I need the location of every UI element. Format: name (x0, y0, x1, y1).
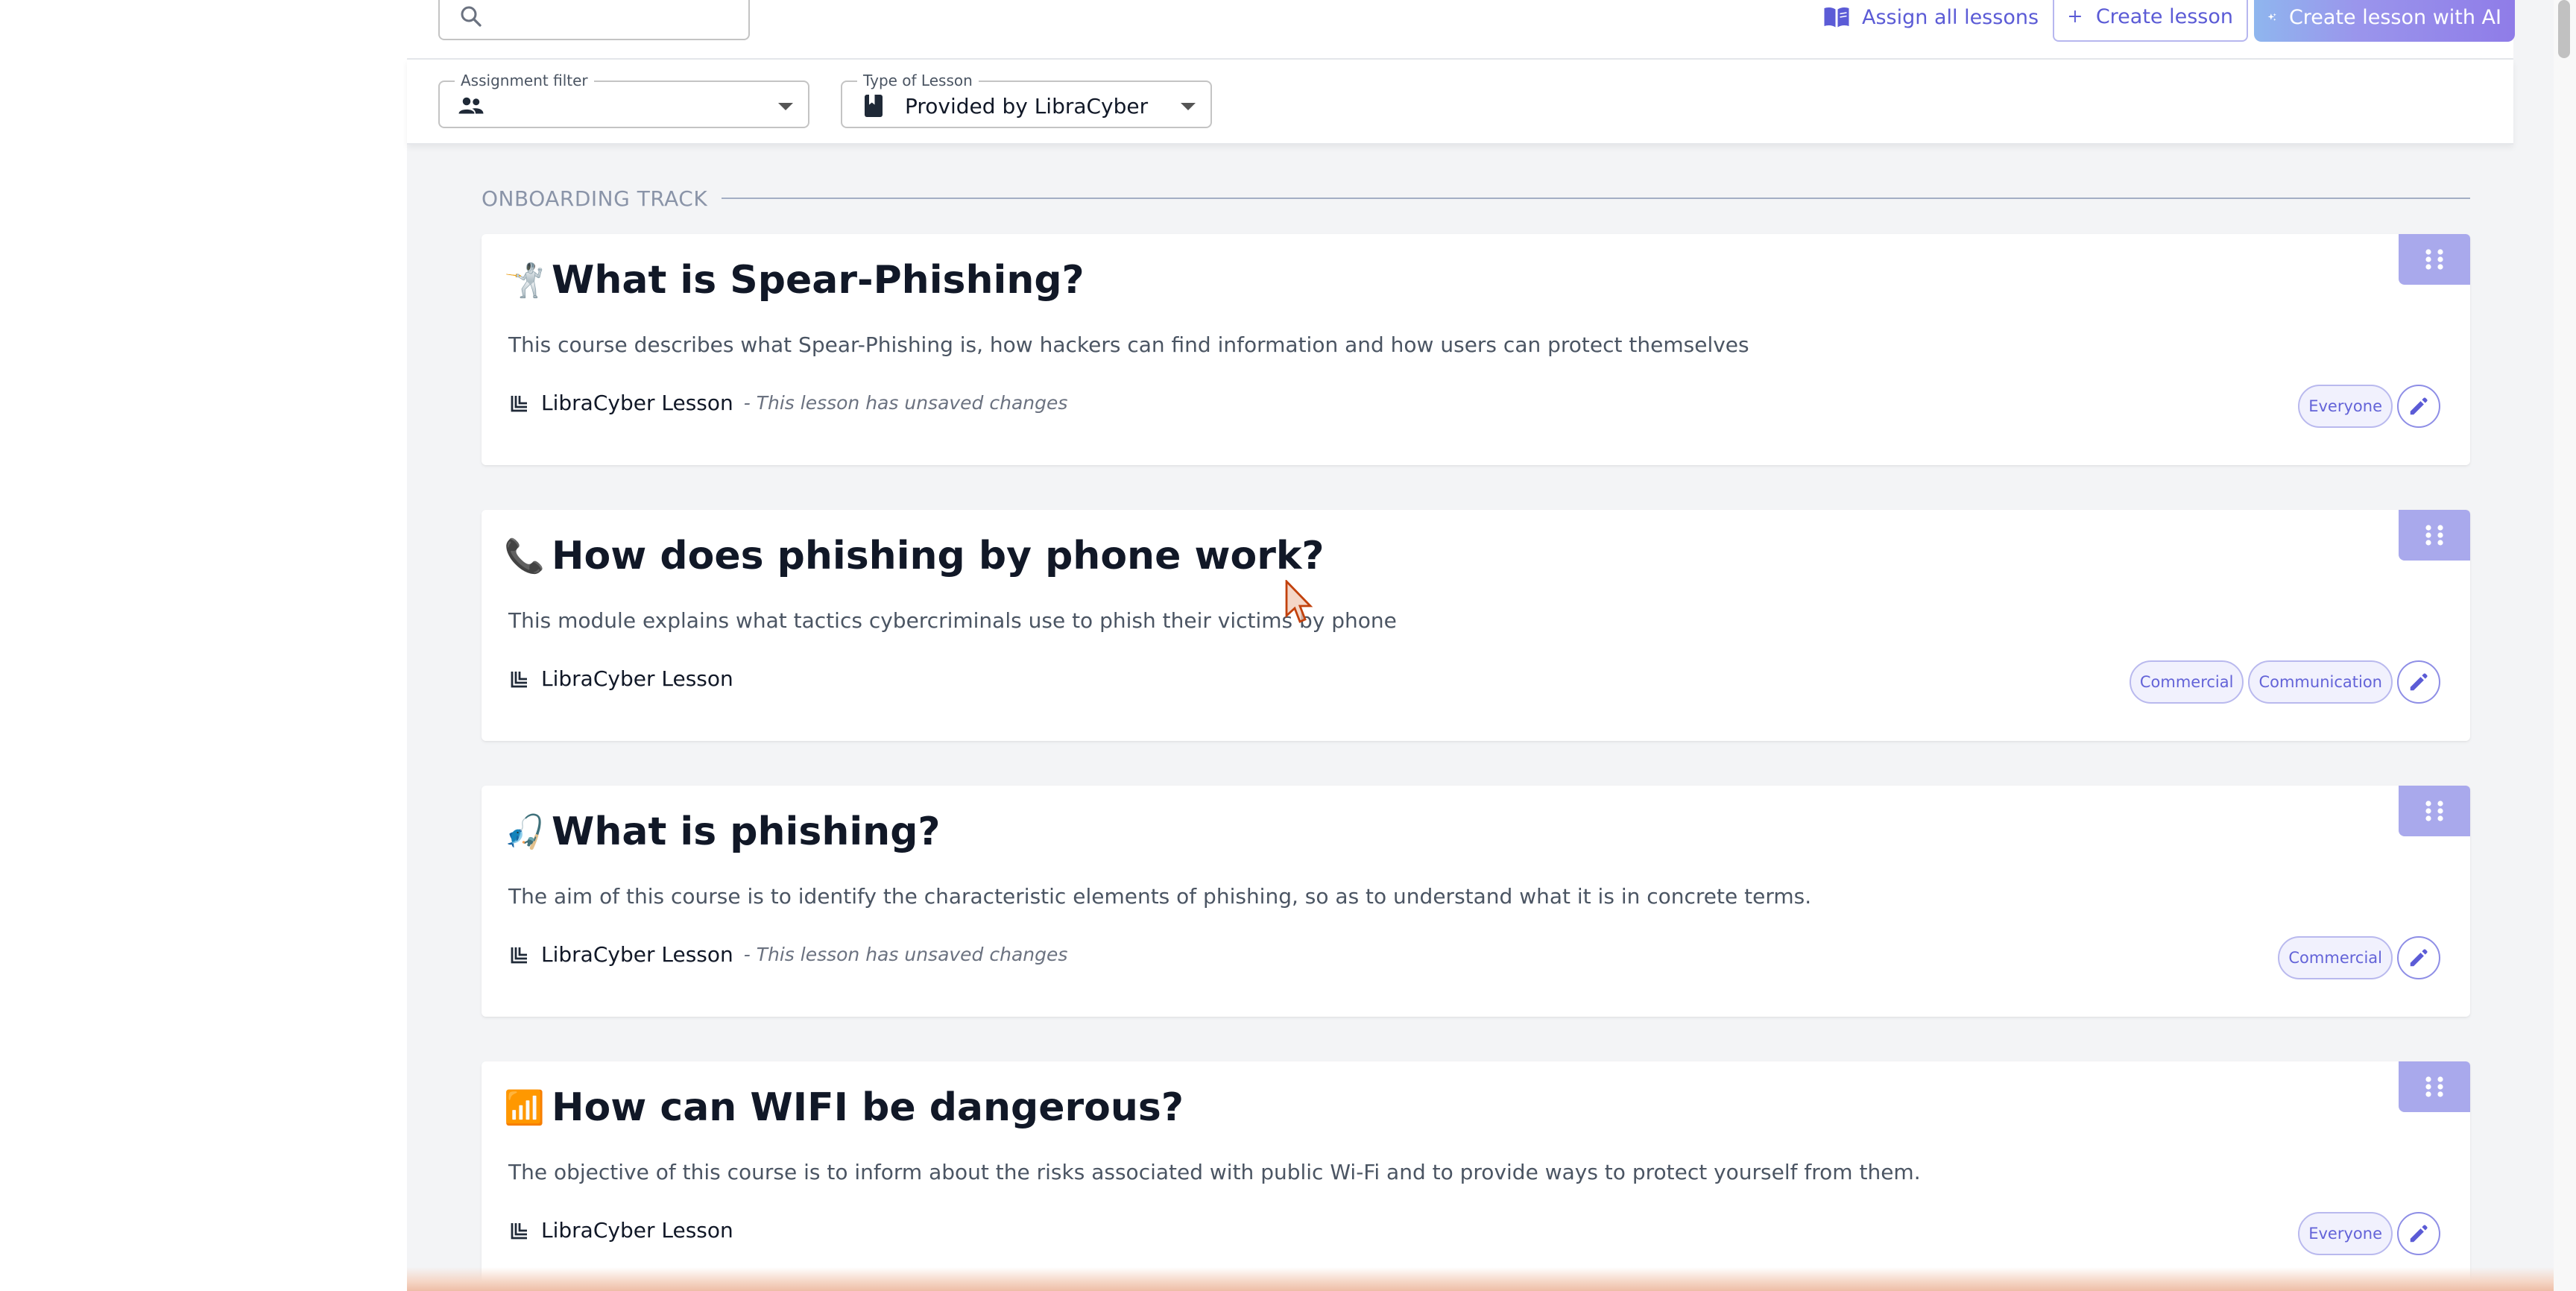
lesson-source: LibraCyber Lesson (541, 666, 733, 691)
drag-handle[interactable] (2399, 786, 2470, 836)
lesson-tags: Commercial Communication (2129, 660, 2393, 704)
lesson-description: This module explains what tactics cyberc… (508, 608, 1397, 633)
lesson-unsaved-note: - This lesson has unsaved changes (743, 944, 1068, 965)
edit-lesson-button[interactable] (2397, 385, 2440, 428)
lesson-title-row: 🎣 What is phishing? (504, 809, 941, 854)
lesson-source: LibraCyber Lesson (541, 942, 733, 967)
lesson-card[interactable]: 📶 How can WIFI be dangerous? The objecti… (482, 1061, 2470, 1291)
pencil-icon (2410, 949, 2428, 967)
lesson-unsaved-note: - This lesson has unsaved changes (743, 392, 1068, 414)
plus-icon (2068, 10, 2081, 22)
lesson-tag: Commercial (2278, 936, 2393, 979)
search-input[interactable] (496, 0, 738, 31)
lesson-source: LibraCyber Lesson (541, 391, 733, 415)
lesson-title: How can WIFI be dangerous? (552, 1085, 1184, 1130)
pencil-icon (2410, 673, 2428, 691)
filter-row: Assignment filter Type of Lesson Provide… (407, 60, 2513, 145)
assign-all-lessons-label: Assign all lessons (1862, 5, 2039, 29)
pencil-icon (2410, 397, 2428, 415)
group-icon (458, 97, 484, 114)
lesson-title: What is phishing? (552, 809, 941, 854)
lesson-emoji: 🤺 (504, 262, 545, 300)
chevron-down-icon (778, 103, 793, 110)
drag-handle-icon (2425, 1076, 2443, 1097)
lesson-meta: LibraCyber Lesson - This lesson has unsa… (508, 942, 1067, 967)
libracyber-logo-icon (511, 671, 527, 687)
lesson-actions: Everyone (2298, 385, 2440, 428)
create-lesson-label: Create lesson (2095, 4, 2233, 28)
drag-handle-icon (2425, 525, 2443, 546)
lesson-description: This course describes what Spear-Phishin… (508, 332, 1749, 357)
assignment-filter-select[interactable]: Assignment filter (438, 72, 809, 128)
edit-lesson-button[interactable] (2397, 1212, 2440, 1255)
lesson-title-row: 📞 How does phishing by phone work? (504, 534, 1325, 578)
lesson-meta: LibraCyber Lesson (508, 666, 744, 691)
drag-handle[interactable] (2399, 510, 2470, 561)
libracyber-logo-icon (511, 947, 527, 963)
lesson-emoji: 📶 (504, 1089, 545, 1127)
scrollbar-track[interactable] (2554, 0, 2576, 1291)
lesson-emoji: 📞 (504, 537, 545, 575)
book-icon (1824, 7, 1849, 28)
lesson-source: LibraCyber Lesson (541, 1218, 733, 1243)
lesson-actions: Everyone (2298, 1212, 2440, 1255)
mouse-cursor-icon (1285, 580, 1313, 623)
lesson-tags: Commercial (2278, 936, 2393, 979)
lesson-actions: Commercial (2278, 936, 2440, 979)
lesson-title-row: 🤺 What is Spear-Phishing? (504, 258, 1085, 303)
assignment-filter-label: Assignment filter (455, 72, 594, 89)
create-lesson-with-ai-label: Create lesson with AI (2288, 5, 2501, 29)
search-icon (461, 6, 482, 27)
lesson-tag: Everyone (2298, 1212, 2393, 1255)
lesson-meta: LibraCyber Lesson - This lesson has unsa… (508, 391, 1067, 415)
lesson-tag: Commercial (2129, 660, 2244, 704)
lesson-title: How does phishing by phone work? (552, 534, 1325, 578)
lesson-type-select[interactable]: Type of Lesson Provided by LibraCyber (841, 72, 1212, 128)
lesson-tag: Everyone (2298, 385, 2393, 428)
drag-handle[interactable] (2399, 1061, 2470, 1112)
create-lesson-with-ai-button[interactable]: Create lesson with AI (2254, 0, 2515, 42)
lesson-actions: Commercial Communication (2129, 660, 2440, 704)
sparkle-icon (2267, 13, 2276, 21)
create-lesson-button[interactable]: Create lesson (2053, 0, 2248, 42)
edit-lesson-button[interactable] (2397, 936, 2440, 979)
lesson-description: The objective of this course is to infor… (508, 1160, 1921, 1184)
lesson-emoji: 🎣 (504, 813, 545, 851)
lesson-type-value: Provided by LibraCyber (905, 94, 1149, 119)
lesson-card[interactable]: 🎣 What is phishing? The aim of this cour… (482, 786, 2470, 1017)
drag-handle-icon (2425, 249, 2443, 270)
app-page: Assign all lessons Create lesson Create … (0, 0, 2576, 1291)
pencil-icon (2410, 1225, 2428, 1243)
lesson-type-label: Type of Lesson (857, 72, 979, 89)
lesson-title: What is Spear-Phishing? (552, 258, 1085, 303)
section-title: ONBOARDING TRACK (482, 186, 708, 211)
lesson-tags: Everyone (2298, 385, 2393, 428)
lesson-card[interactable]: 🤺 What is Spear-Phishing? This course de… (482, 234, 2470, 465)
scrollbar-thumb[interactable] (2558, 0, 2570, 58)
lesson-title-row: 📶 How can WIFI be dangerous? (504, 1085, 1184, 1130)
lesson-card[interactable]: 📞 How does phishing by phone work? This … (482, 510, 2470, 741)
bookmark-book-icon (865, 95, 883, 117)
lesson-description: The aim of this course is to identify th… (508, 884, 1812, 909)
lesson-tags: Everyone (2298, 1212, 2393, 1255)
drag-handle-icon (2425, 801, 2443, 821)
section-divider (722, 198, 2470, 199)
drag-handle[interactable] (2399, 234, 2470, 285)
lesson-meta: LibraCyber Lesson (508, 1218, 744, 1243)
edit-lesson-button[interactable] (2397, 660, 2440, 704)
lesson-tag: Communication (2248, 660, 2393, 704)
libracyber-logo-icon (511, 395, 527, 411)
search-box[interactable] (438, 0, 750, 40)
libracyber-logo-icon (511, 1222, 527, 1239)
chevron-down-icon (1181, 103, 1196, 110)
top-toolbar: Assign all lessons Create lesson Create … (407, 0, 2515, 60)
assign-all-lessons-button[interactable]: Assign all lessons (1816, 0, 2046, 42)
bottom-edge-glow (407, 1267, 2554, 1291)
